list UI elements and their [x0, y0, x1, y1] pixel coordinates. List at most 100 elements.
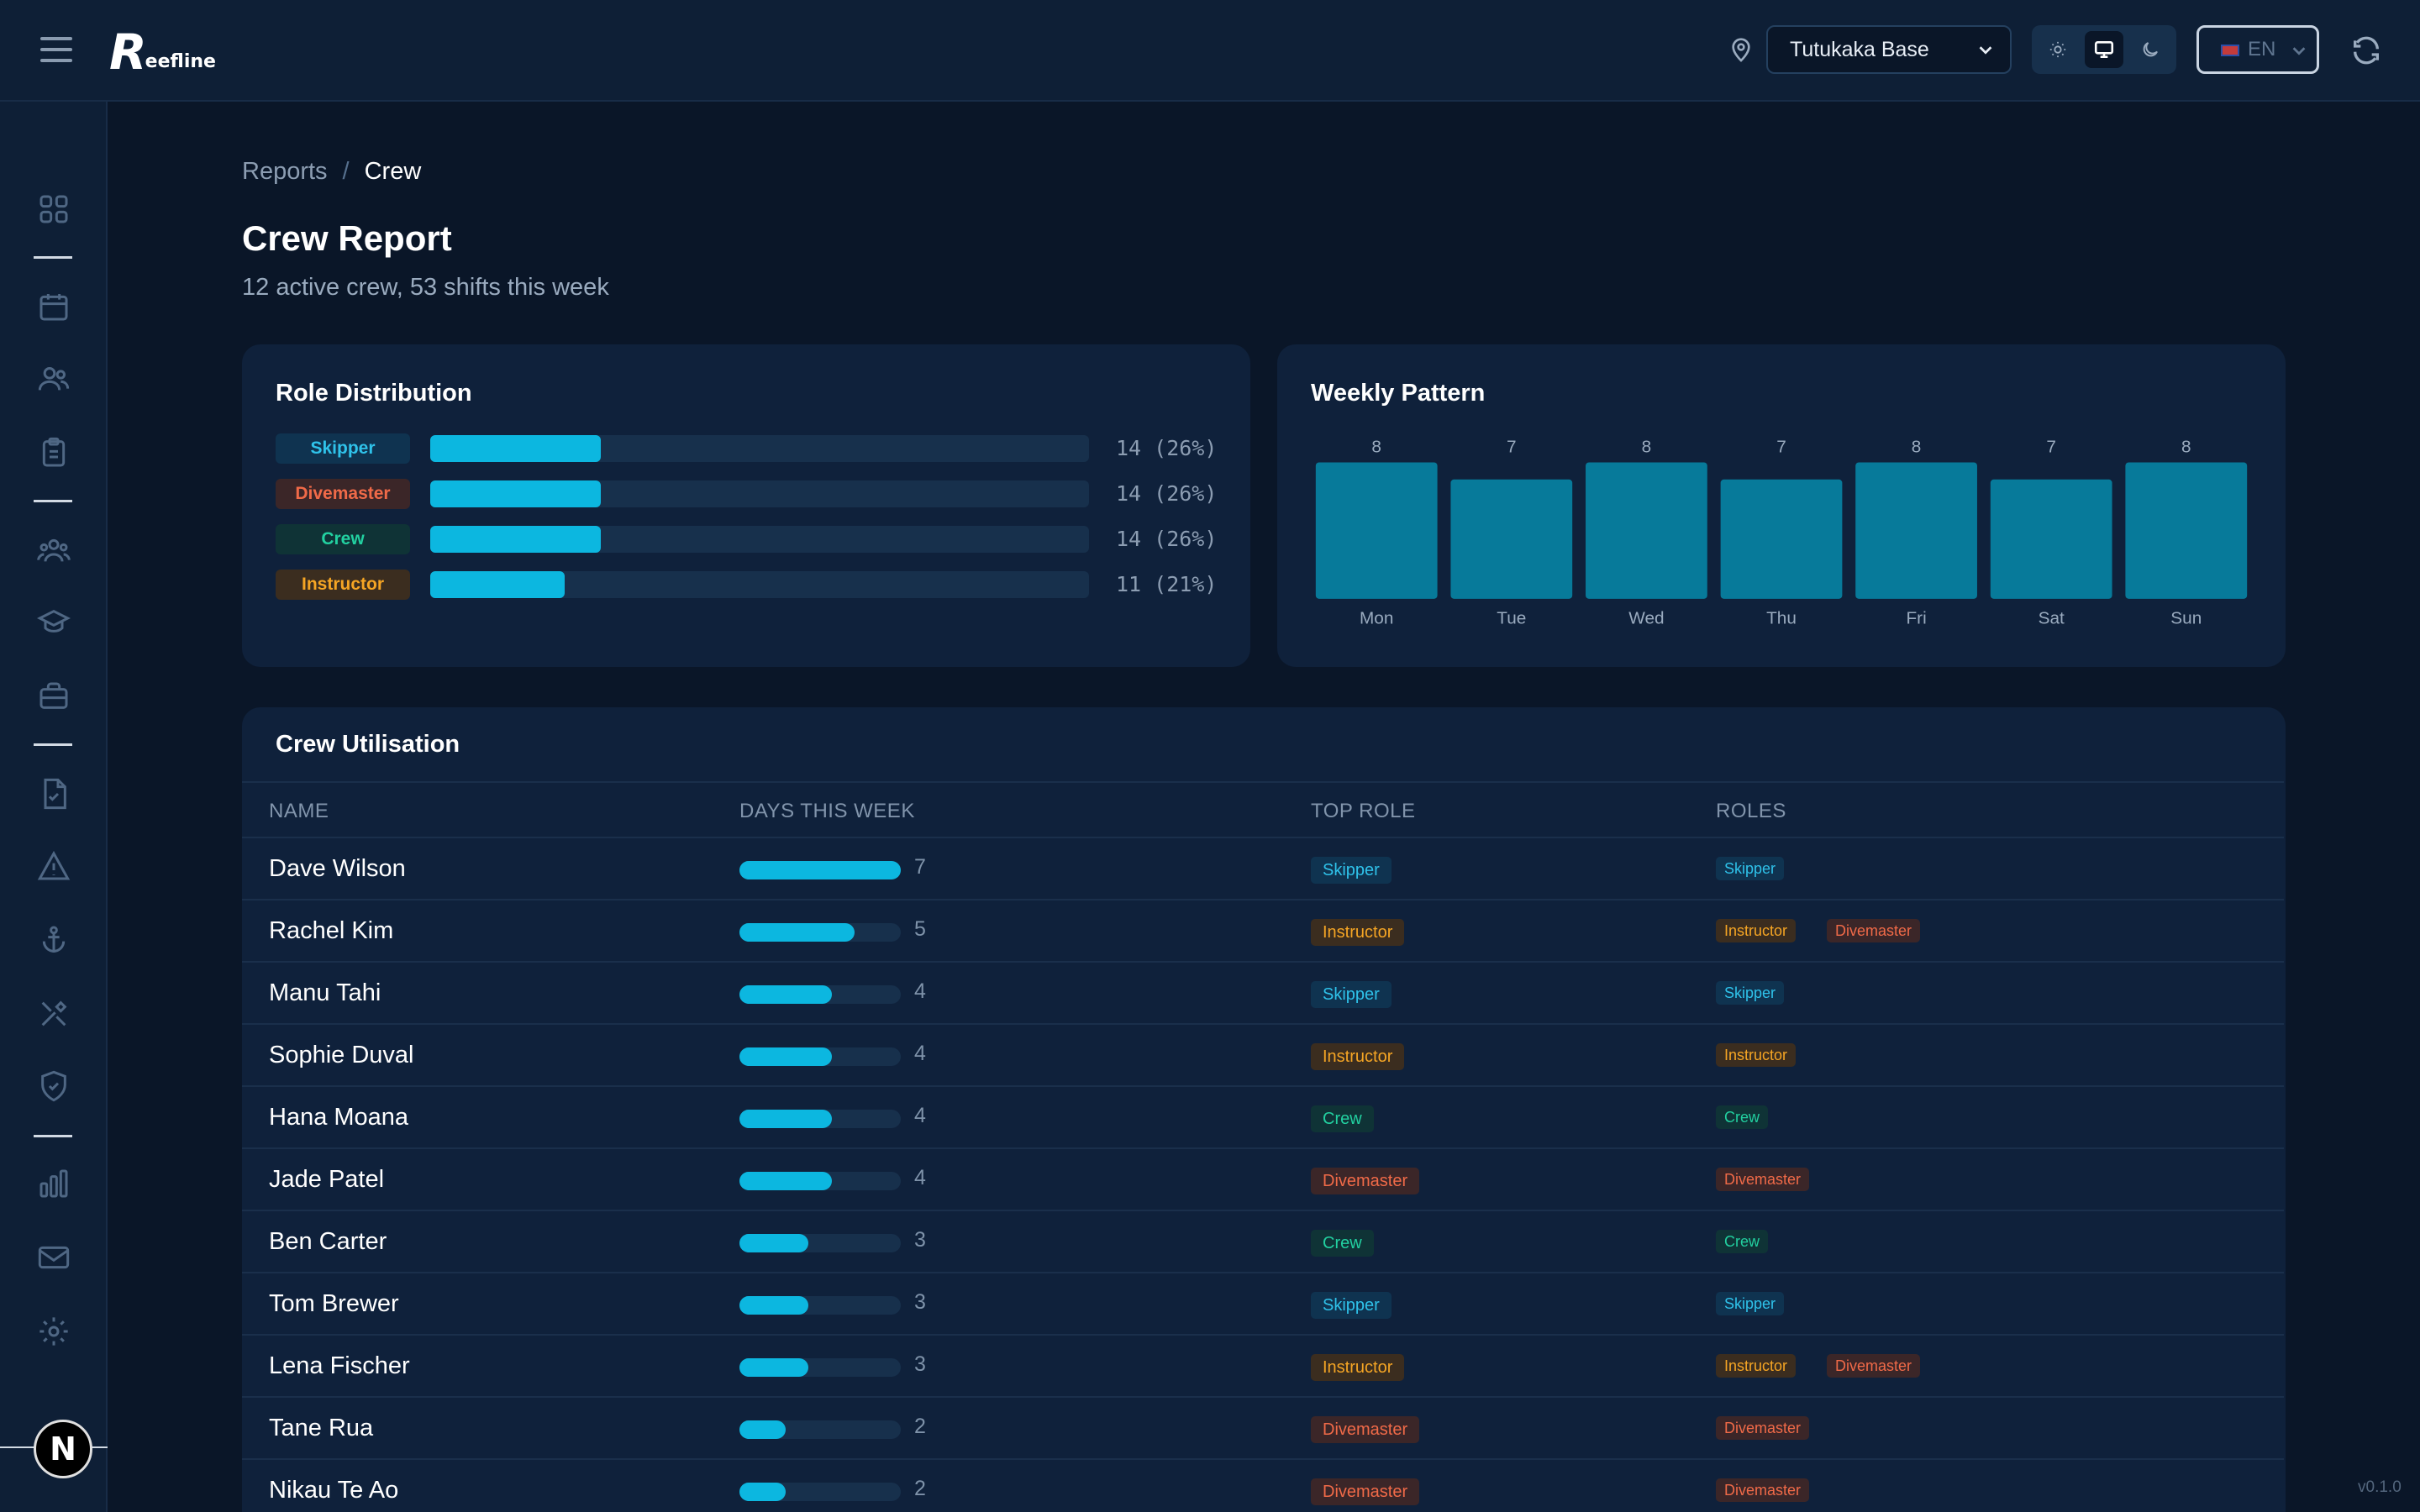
role-bar-fill: [430, 480, 601, 507]
role-row: Instructor 11 (21%): [276, 570, 1217, 600]
table-row[interactable]: Tane Rua 2 Divemaster Divemaster: [242, 1398, 2284, 1460]
warning-icon[interactable]: [37, 849, 71, 883]
weekly-bar-mon[interactable]: [1315, 462, 1438, 599]
role-distribution-card: Role Distribution Skipper 14 (26%) Divemas…: [242, 344, 1250, 667]
top-role-badge: Skipper: [1311, 1292, 1392, 1319]
days-bar-track: [739, 1296, 901, 1315]
role-tag: Instructor: [1716, 1354, 1797, 1378]
table-row[interactable]: Jade Patel 4 Divemaster Divemaster: [242, 1149, 2284, 1211]
table-row[interactable]: Dave Wilson 7 Skipper Skipper: [242, 838, 2284, 900]
chevron-down-icon: [2292, 47, 2306, 55]
weekly-bar-thu[interactable]: [1720, 479, 1843, 599]
crew-name: Tom Brewer: [269, 1290, 399, 1317]
column-header-days[interactable]: DAYS THIS WEEK: [739, 800, 915, 823]
theme-system-button[interactable]: [2085, 31, 2123, 68]
days-count: 4: [914, 1042, 926, 1065]
shield-check-icon[interactable]: [37, 1069, 71, 1103]
crew-name: Ben Carter: [269, 1228, 387, 1255]
breadcrumb: Reports / Crew: [242, 158, 421, 186]
page-title: Crew Report: [242, 218, 452, 258]
role-distribution-title: Role Distribution: [276, 380, 472, 407]
days-bar-fill: [739, 1234, 808, 1252]
column-header-name[interactable]: NAME: [269, 800, 329, 823]
weekly-bar-wed[interactable]: [1586, 462, 1707, 599]
weekly-pattern-chart: 8 Mon 7 Tue 8 Wed 7 Thu 8 Fri 7 Sat 8 Sun: [1315, 438, 2248, 628]
role-badge: Divemaster: [276, 479, 410, 509]
table-row[interactable]: Sophie Duval 4 Instructor Instructor: [242, 1025, 2284, 1087]
role-tag: Divemaster: [1827, 1354, 1921, 1378]
table-row[interactable]: Lena Fischer 3 Instructor Instructor Divemas…: [242, 1336, 2284, 1398]
location-select[interactable]: Tutukaka Base: [1766, 25, 2012, 74]
refresh-icon[interactable]: [2349, 34, 2383, 67]
days-bar-fill: [739, 861, 901, 879]
calendar-icon[interactable]: [37, 290, 71, 323]
days-bar-fill: [739, 1483, 786, 1501]
days-count: 2: [914, 1477, 926, 1500]
crew-utilisation-title: Crew Utilisation: [276, 731, 460, 758]
crew-name: Tane Rua: [269, 1415, 374, 1441]
table-row[interactable]: Manu Tahi 4 Skipper Skipper: [242, 963, 2284, 1025]
framework-badge[interactable]: N: [34, 1420, 92, 1478]
weekly-value-label: 8: [1912, 438, 1922, 457]
table-row[interactable]: Nikau Te Ao 2 Divemaster Divemaster: [242, 1460, 2284, 1512]
file-check-icon[interactable]: [37, 777, 71, 811]
mail-icon[interactable]: [37, 1241, 71, 1274]
days-bar-track: [739, 923, 901, 942]
bar-chart-icon[interactable]: [37, 1167, 71, 1200]
weekly-day-label: Tue: [1497, 609, 1526, 628]
days-bar-track: [739, 1358, 901, 1377]
role-tag: Divemaster: [1716, 1168, 1810, 1191]
theme-dark-button[interactable]: [2132, 31, 2170, 68]
users-icon[interactable]: [37, 362, 71, 396]
top-role-badge: Instructor: [1311, 1043, 1405, 1070]
days-bar-fill: [739, 1358, 808, 1377]
role-bar-track: [430, 480, 1089, 507]
weekly-bar-tue[interactable]: [1450, 479, 1573, 599]
team-icon[interactable]: [37, 533, 71, 567]
logo-initial: R: [109, 24, 147, 81]
role-count: 14 (26%): [1116, 481, 1218, 506]
weekly-bar-sat[interactable]: [1990, 479, 2112, 599]
top-role-badge: Skipper: [1311, 981, 1392, 1008]
weekly-value-label: 7: [1507, 438, 1517, 457]
top-bar: R eefline Tutukaka Base EN: [0, 0, 2420, 102]
weekly-bar-fri[interactable]: [1855, 462, 1977, 599]
days-count: 2: [914, 1415, 926, 1438]
days-count: 4: [914, 1104, 926, 1127]
clipboard-icon[interactable]: [37, 436, 71, 470]
gear-icon[interactable]: [37, 1315, 71, 1348]
weekly-value-label: 7: [2046, 438, 2056, 457]
days-bar-track: [739, 1110, 901, 1128]
role-tag: Instructor: [1716, 919, 1797, 942]
language-select[interactable]: EN: [2196, 25, 2319, 74]
table-row[interactable]: Ben Carter 3 Crew Crew: [242, 1211, 2284, 1273]
app-logo[interactable]: R eefline: [109, 25, 216, 76]
anchor-icon[interactable]: [37, 923, 71, 957]
theme-light-button[interactable]: [2039, 31, 2076, 68]
tools-icon[interactable]: [37, 997, 71, 1031]
grid-icon[interactable]: [37, 192, 71, 226]
days-bar-fill: [739, 1296, 808, 1315]
graduation-cap-icon[interactable]: [37, 606, 71, 639]
crew-name: Sophie Duval: [269, 1042, 414, 1068]
menu-icon[interactable]: [40, 37, 72, 62]
crew-name: Jade Patel: [269, 1166, 385, 1193]
weekly-value-label: 7: [1776, 438, 1786, 457]
table-row[interactable]: Tom Brewer 3 Skipper Skipper: [242, 1273, 2284, 1336]
weekly-bar-sun[interactable]: [2125, 462, 2248, 599]
theme-toggle-group: [2032, 25, 2176, 74]
role-bar-fill: [430, 571, 565, 598]
column-header-top-role[interactable]: TOP ROLE: [1311, 800, 1416, 823]
top-role-badge: Skipper: [1311, 857, 1392, 884]
days-bar-track: [739, 1172, 901, 1190]
breadcrumb-parent-link[interactable]: Reports: [242, 158, 328, 185]
briefcase-icon[interactable]: [37, 680, 71, 713]
table-row[interactable]: Rachel Kim 5 Instructor Instructor Divemaste…: [242, 900, 2284, 963]
sidebar-divider: [34, 1135, 72, 1137]
top-role-badge: Crew: [1311, 1230, 1374, 1257]
days-bar-track: [739, 1234, 901, 1252]
days-bar-track: [739, 1483, 901, 1501]
column-header-roles[interactable]: ROLES: [1716, 800, 1786, 823]
table-row[interactable]: Hana Moana 4 Crew Crew: [242, 1087, 2284, 1149]
sidebar-divider: [34, 743, 72, 746]
